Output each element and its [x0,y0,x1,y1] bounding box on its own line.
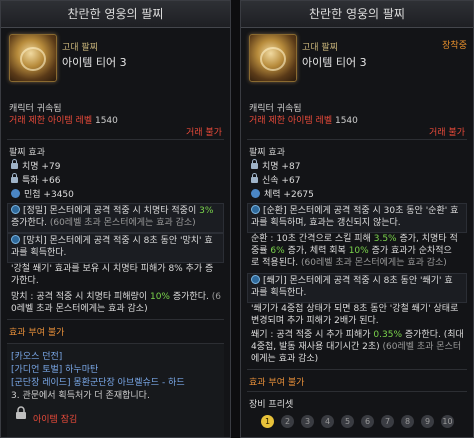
trade-limit-label: 거래 제한 아이템 레벨 [9,116,93,126]
preset-button[interactable]: 3 [301,415,314,428]
source-line: [군단장 레이드] 몽환군단장 아브렐슈드 - 하드 [11,378,185,388]
effect-text: 쐐기 : 공격 적중 시 추가 피해가 [251,330,374,340]
tooltip-right: 찬란한 영웅의 팔찌 고대 팔찌 아이템 티어 3 장착중 캐릭터 귀속됨 거래… [240,0,474,438]
stat-gear-icon [251,189,260,198]
effect-text: 변경되며 추가 피해가 2배가 된다. [251,316,379,326]
lock-icon [11,173,18,183]
equip-preset-title: 장비 프리셋 [249,400,294,410]
source-line: 3. 관문에서 획득처가 더 존재합니다. [11,391,150,401]
item-title: 찬란한 영웅의 팔찌 [1,1,230,28]
effect-note: (6 [211,292,221,302]
effect-title: 팔찌 효과 [249,148,285,158]
effect-text: 망치 : 공격 적중 시 치명타 피해량이 [11,292,150,302]
trade-limit-value: 1540 [334,116,358,126]
effect-text: 가한다. [11,276,39,286]
preset-button[interactable]: 10 [441,415,454,428]
effect-title: 팔찌 효과 [9,148,45,158]
trade-limit-value: 1540 [94,116,118,126]
stat-line: 특화 +66 [22,176,61,186]
trade-status: 거래 불가 [429,128,465,138]
effect-text: 증가 효과가 순차적으 [368,246,452,256]
effect-value: 10% [348,246,369,256]
preset-button[interactable]: 9 [421,415,434,428]
item-grade: 고대 팔찌 [62,43,98,53]
source-line: [카오스 던전] [11,352,63,362]
effect-text: [순환] 몬스터에게 공격 적중 시 30초 동안 '순환' 효 [263,206,459,216]
trade-status: 거래 불가 [186,128,222,138]
padlock-icon [16,406,26,419]
preset-button[interactable]: 2 [281,415,294,428]
effect-note: (60레벨 초과 몬스터에게는 효과 감소) [49,218,196,228]
preset-button[interactable]: 6 [361,415,374,428]
lock-label: 아이템 잠김 [33,415,78,425]
preset-button[interactable]: 7 [381,415,394,428]
preset-button[interactable]: 4 [321,415,334,428]
effect-text: 중률 [251,246,271,256]
effect-text: 증가, 체력 회복 [284,246,349,256]
lock-icon [11,159,18,169]
effect-text: 로 적용된다. [251,258,301,268]
effect-text: 증가한다. [170,292,212,302]
preset-button[interactable]: 8 [401,415,414,428]
equipped-badge: 장착중 [442,41,467,51]
effect-text: 과를 획득한다. [251,288,307,298]
lock-icon [251,173,258,183]
item-grade: 고대 팔찌 [302,43,338,53]
effect-badge-icon [11,235,20,244]
effect-note: (60레벨 초과 몬스터 [382,342,462,352]
effect-value: 3.5% [373,234,397,244]
effect-note: (60레벨 초과 몬스터에게는 효과 감소) [300,258,447,268]
stat-line: 치명 +87 [262,162,301,172]
effect-value: 10% [149,292,170,302]
tooltip-left: 찬란한 영웅의 팔찌 고대 팔찌 아이템 티어 3 캐릭터 귀속됨 거래 제한 … [0,0,231,438]
effect-value: 0.35% [373,330,403,340]
effect-text: 과를 획득한다. [11,248,67,258]
stat-line: 민첩 +3450 [24,190,74,200]
effect-badge-icon [251,205,260,214]
grant-status: 효과 부여 불가 [9,328,65,338]
effect-note: 0레벨 초과 몬스터에게는 효과 감소) [11,304,148,314]
stat-gear-icon [11,189,20,198]
effect-text: 증가, 치명타 적 [396,234,458,244]
bracelet-icon [9,34,57,82]
effect-text: 증가한다. [11,218,50,228]
item-tier: 아이템 티어 3 [62,56,127,69]
effect-text: [정밀] 몬스터에게 공격 적중 시 치명타 적중이 [23,206,200,216]
preset-button[interactable]: 1 [261,415,274,428]
effect-badge-icon [251,275,260,284]
stat-line: 신속 +67 [262,176,301,186]
preset-button[interactable]: 5 [341,415,354,428]
effect-text: [망치] 몬스터에게 공격 적중 시 8초 동안 '망치' 효 [23,236,213,246]
effect-note: 에게는 효과 감소) [251,354,319,364]
effect-value: 3% [199,206,214,216]
effect-text: 4중첩, 발동 재사용 대기시간 2초) [251,342,383,352]
effect-text: '쐐기가 4중첩 상태가 되면 8초 동안 '강철 쐐기' 상태로 [251,304,459,314]
item-title: 찬란한 영웅의 팔찌 [241,1,473,28]
effect-text: 순환 : 10초 간격으로 스킬 피해 [251,234,374,244]
trade-limit-label: 거래 제한 아이템 레벨 [249,116,333,126]
effect-text: 과를 획득하며, 효과는 갱신되지 않는다. [251,218,401,228]
stat-line: 체력 +2675 [264,190,314,200]
bracelet-icon [249,34,297,82]
effect-value: 6% [270,246,285,256]
source-line: [가디언 토벌] 하누마탄 [11,365,99,375]
grant-status: 효과 부여 불가 [249,378,305,388]
stat-line: 치명 +79 [22,162,61,172]
effect-text: [쐐기] 몬스터에게 공격 적중 시 8초 동안 '쐐기' 효 [263,276,453,286]
lock-icon [251,159,258,169]
effect-badge-icon [11,205,20,214]
effect-text: '강철 쐐기' 효과를 보유 시 치명타 피해가 8% 추가 증 [11,264,214,274]
effect-text: 증가한다. (최대 [402,330,464,340]
item-tier: 아이템 티어 3 [302,56,367,69]
